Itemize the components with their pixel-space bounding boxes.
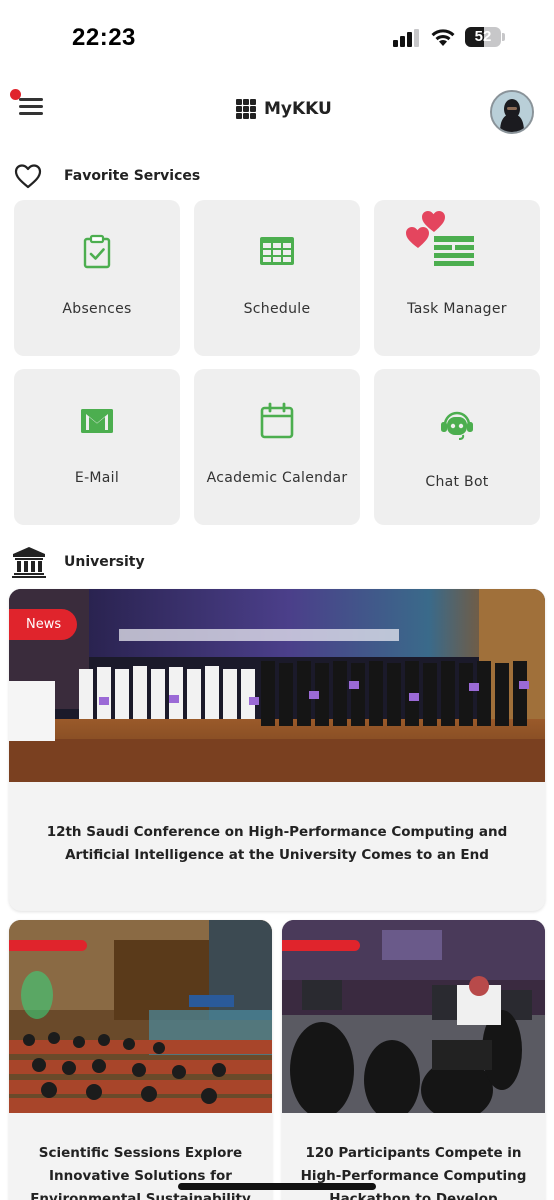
service-tile-academic-calendar[interactable]: Academic Calendar <box>194 369 360 525</box>
service-label: Task Manager <box>407 301 507 317</box>
menu-icon <box>19 98 43 101</box>
university-icon <box>12 547 46 578</box>
service-tile-email[interactable]: E-Mail <box>14 369 180 525</box>
calendar-icon <box>260 402 294 439</box>
clipboard-check-icon <box>83 234 111 269</box>
app-brand: MyKKU <box>236 97 332 121</box>
news-card[interactable]: 120 Participants Compete in High-Perform… <box>282 920 545 1200</box>
heart-icon <box>14 164 42 189</box>
news-title: Scientific Sessions Explore Innovative S… <box>30 1145 251 1200</box>
news-title: 12th Saudi Conference on High-Performanc… <box>46 824 508 863</box>
favorite-services-header: Favorite Services <box>14 163 200 189</box>
news-title: 120 Participants Compete in High-Perform… <box>300 1145 527 1200</box>
service-tile-task-manager[interactable]: Task Manager <box>374 200 540 356</box>
status-time: 22:23 <box>72 24 136 51</box>
battery-icon: 52 <box>465 27 505 47</box>
profile-photo <box>492 92 532 132</box>
service-label: Schedule <box>243 301 311 317</box>
home-indicator[interactable] <box>178 1183 376 1190</box>
avatar[interactable] <box>490 90 534 134</box>
favorite-services-title: Favorite Services <box>64 168 201 184</box>
cellular-signal-icon <box>393 29 419 47</box>
news-badge-strip <box>9 940 87 951</box>
menu-button[interactable] <box>10 88 50 124</box>
service-label: E-Mail <box>74 470 120 486</box>
university-header: University <box>12 546 145 578</box>
service-tile-absences[interactable]: Absences <box>14 200 180 356</box>
news-photo-conference <box>9 589 545 782</box>
service-label: Academic Calendar <box>206 470 348 486</box>
featured-news-card[interactable]: News 12th Saudi Conference on High-Perfo… <box>9 589 545 911</box>
service-tile-schedule[interactable]: Schedule <box>194 200 360 356</box>
wifi-icon <box>431 29 455 46</box>
news-badge-strip <box>282 940 360 951</box>
grid-logo-icon <box>236 99 256 119</box>
status-bar: 22:23 52 <box>0 0 554 70</box>
battery-level: 52 <box>474 28 492 45</box>
task-list-icon <box>434 236 474 266</box>
university-title: University <box>64 554 145 570</box>
table-icon <box>260 237 294 265</box>
service-tile-chat-bot[interactable]: Chat Bot <box>374 369 540 525</box>
service-label: Chat Bot <box>425 474 489 490</box>
service-label: Absences <box>62 301 132 317</box>
chatbot-icon <box>441 411 473 440</box>
app-name: MyKKU <box>264 99 332 119</box>
news-badge: News <box>9 609 77 640</box>
mail-icon <box>81 409 113 433</box>
news-card[interactable]: Scientific Sessions Explore Innovative S… <box>9 920 272 1200</box>
